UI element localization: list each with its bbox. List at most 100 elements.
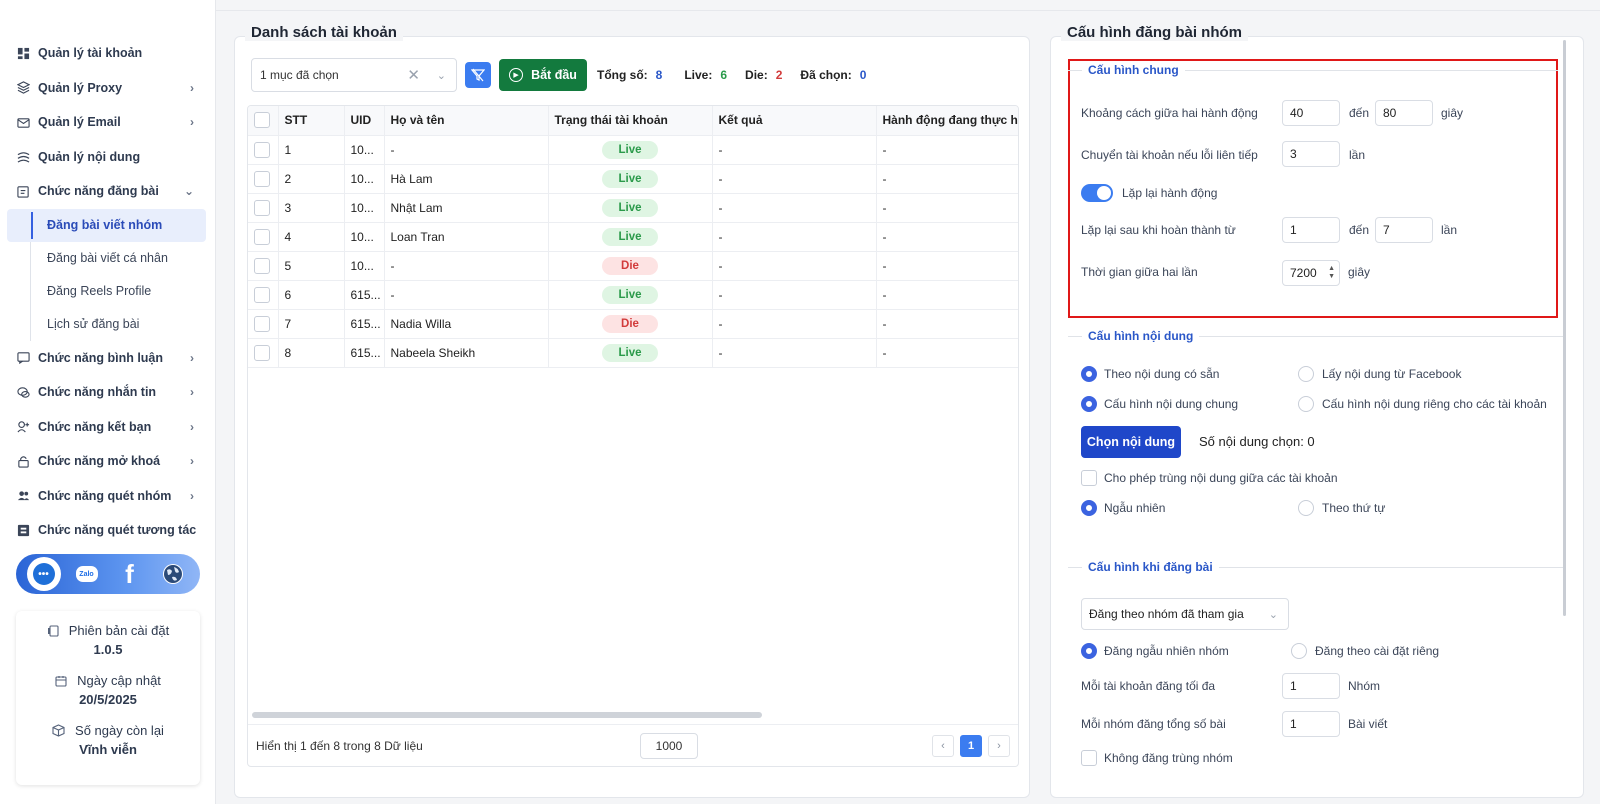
max-groups-input[interactable]: 1	[1282, 673, 1340, 699]
repeat-from-input[interactable]: 1	[1282, 217, 1340, 243]
per-group-label: Mỗi nhóm đăng tổng số bài	[1081, 717, 1226, 731]
sidebar-item-label: Chức năng quét nhóm	[38, 488, 172, 503]
no-duplicate-group-checkbox[interactable]	[1081, 750, 1097, 766]
vertical-scrollbar[interactable]	[1563, 40, 1566, 616]
table-row[interactable]: 1 10... - Live - -	[248, 135, 1018, 165]
sidebar-subitem-personal-post[interactable]: Đăng bài viết cá nhân	[31, 242, 216, 275]
table-row[interactable]: 4 10... Loan Tran Live - -	[248, 222, 1018, 252]
row-checkbox[interactable]	[248, 193, 279, 223]
sidebar-item-content[interactable]: Quản lý nội dung	[0, 140, 216, 175]
sidebar-subitem-history[interactable]: Lịch sử đăng bài	[31, 308, 216, 341]
allow-duplicate-checkbox[interactable]	[1081, 470, 1097, 486]
version-icon	[47, 624, 59, 637]
table-row[interactable]: 5 10... - Die - -	[248, 251, 1018, 281]
row-checkbox[interactable]	[248, 251, 279, 281]
radio-ordered[interactable]	[1298, 500, 1314, 516]
interval-input[interactable]: 7200 ▲ ▼	[1282, 260, 1340, 286]
zalo-icon[interactable]: Zalo	[70, 557, 104, 591]
group-source-select[interactable]: Đăng theo nhóm đã tham gia ⌄	[1081, 598, 1289, 630]
page-size-input[interactable]: 1000	[640, 733, 698, 759]
chevron-right-icon: ›	[190, 488, 194, 503]
content-config-title: Cấu hình nội dung	[1082, 329, 1200, 343]
repeat-toggle[interactable]	[1081, 184, 1113, 202]
sidebar-item-email[interactable]: Quản lý Email ›	[0, 105, 216, 140]
prev-page-button[interactable]: ‹	[932, 735, 954, 757]
sidebar-item-friend[interactable]: Chức năng kết bạn ›	[0, 410, 216, 445]
col-header-name[interactable]: Họ và tên	[384, 106, 549, 136]
sidebar-item-label: Quản lý Email	[38, 115, 121, 130]
radio-common-content[interactable]	[1081, 396, 1097, 412]
content-count: Số nội dung chọn: 0	[1199, 434, 1315, 449]
sidebar-item-scan-group[interactable]: Chức năng quét nhóm ›	[0, 479, 216, 514]
radio-custom-group[interactable]	[1291, 643, 1307, 659]
clear-icon[interactable]: ✕	[407, 66, 420, 84]
table-row[interactable]: 8 615... Nabeela Sheikh Live - -	[248, 338, 1018, 368]
cell-stt: 1	[278, 135, 345, 165]
globe-icon[interactable]	[156, 557, 190, 591]
status-badge: Live	[602, 285, 658, 304]
account-toolbar: 1 mục đã chọn ✕ ⌄ ▶ Bắt đầu Tổng số: 8 Li…	[251, 57, 866, 93]
cell-name: Loan Tran	[384, 222, 549, 252]
row-checkbox[interactable]	[248, 164, 279, 194]
cell-name: -	[384, 251, 549, 281]
sidebar-subitem-group-post[interactable]: Đăng bài viết nhóm	[7, 208, 206, 242]
sidebar-item-label: Chức năng kết bạn	[38, 419, 152, 434]
radio-facebook-content[interactable]	[1298, 366, 1314, 382]
per-group-input[interactable]: 1	[1282, 711, 1340, 737]
col-header-action[interactable]: Hành động đang thực hiện	[876, 106, 1018, 136]
sidebar-item-message[interactable]: Chức năng nhắn tin ›	[0, 375, 216, 410]
horizontal-scrollbar[interactable]	[252, 712, 762, 718]
version-label: Phiên bản cài đặt	[68, 623, 170, 638]
support-icon[interactable]: •••	[26, 557, 61, 591]
general-config-title: Cấu hình chung	[1082, 63, 1185, 77]
switch-account-input[interactable]: 3	[1282, 141, 1340, 167]
delay-from-input[interactable]: 40	[1282, 100, 1340, 126]
sidebar-subitem-reels[interactable]: Đăng Reels Profile	[31, 275, 216, 308]
sidebar-item-proxy[interactable]: Quản lý Proxy ›	[0, 71, 216, 106]
max-groups-unit: Nhóm	[1348, 679, 1381, 693]
next-page-button[interactable]: ›	[988, 735, 1010, 757]
row-checkbox[interactable]	[248, 222, 279, 252]
table-row[interactable]: 2 10... Hà Lam Live - -	[248, 164, 1018, 194]
start-button[interactable]: ▶ Bắt đầu	[499, 59, 587, 91]
cell-status: Live	[548, 280, 713, 310]
account-select[interactable]: 1 mục đã chọn ✕ ⌄	[251, 58, 457, 92]
col-header-result[interactable]: Kết quả	[712, 106, 877, 136]
radio-random[interactable]	[1081, 500, 1097, 516]
updated-label: Ngày cập nhật	[77, 673, 161, 688]
facebook-icon[interactable]: f	[113, 557, 147, 591]
row-checkbox[interactable]	[248, 135, 279, 165]
spinner-icon[interactable]: ▲ ▼	[1328, 265, 1335, 281]
radio-random-group[interactable]	[1081, 643, 1097, 659]
cell-name: Nhật Lam	[384, 193, 549, 223]
sidebar-item-comment[interactable]: Chức năng bình luận ›	[0, 341, 216, 376]
col-header-status[interactable]: Trạng thái tài khoản	[548, 106, 713, 136]
sidebar-item-unlock[interactable]: Chức năng mở khoá ›	[0, 444, 216, 479]
table-row[interactable]: 3 10... Nhật Lam Live - -	[248, 193, 1018, 223]
cell-uid: 10...	[344, 135, 385, 165]
cell-uid: 615...	[344, 338, 385, 368]
row-checkbox[interactable]	[248, 338, 279, 368]
sidebar-item-account[interactable]: Quản lý tài khoản	[0, 36, 216, 71]
col-header-stt[interactable]: STT	[278, 106, 345, 136]
table-row[interactable]: 7 615... Nadia Willa Die - -	[248, 309, 1018, 339]
sidebar-item-scan-interaction[interactable]: Chức năng quét tương tác	[0, 513, 216, 548]
delay-to-input[interactable]: 80	[1375, 100, 1433, 126]
cell-result: -	[712, 338, 877, 368]
table-row[interactable]: 6 615... - Live - -	[248, 280, 1018, 310]
layers-icon	[16, 81, 30, 95]
radio-separate-content[interactable]	[1298, 396, 1314, 412]
select-all-checkbox[interactable]	[248, 106, 279, 136]
cell-stt: 7	[278, 309, 345, 339]
repeat-to-input[interactable]: 7	[1375, 217, 1433, 243]
filter-clear-button[interactable]	[465, 62, 491, 88]
choose-content-button[interactable]: Chọn nội dung	[1081, 426, 1181, 458]
page-button-1[interactable]: 1	[960, 735, 982, 757]
sidebar-item-posting[interactable]: Chức năng đăng bài ⌄	[0, 174, 216, 209]
cell-action: -	[876, 251, 1018, 281]
row-checkbox[interactable]	[248, 309, 279, 339]
chevron-down-icon[interactable]: ⌄	[437, 69, 446, 82]
radio-available-content[interactable]	[1081, 366, 1097, 382]
col-header-uid[interactable]: UID	[344, 106, 385, 136]
row-checkbox[interactable]	[248, 280, 279, 310]
